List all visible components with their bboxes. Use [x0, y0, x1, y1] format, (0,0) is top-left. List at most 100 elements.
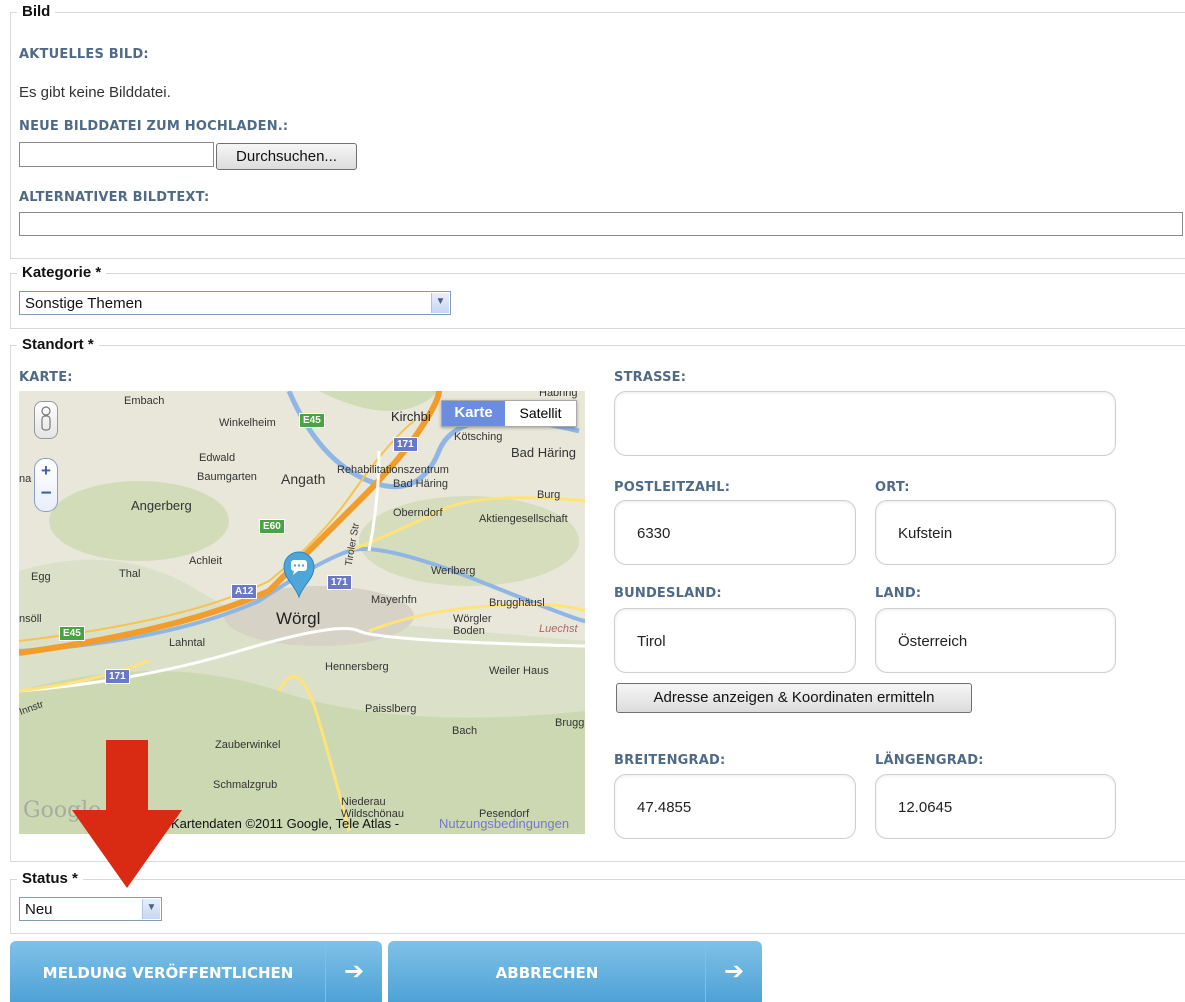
geocode-button[interactable]: Adresse anzeigen & Koordinaten ermitteln: [616, 683, 972, 713]
road-shield: 171: [105, 669, 130, 684]
laengengrad-value: 12.0645: [898, 799, 953, 816]
map-place: Zauberwinkel: [215, 739, 281, 751]
publish-label: MELDUNG VERÖFFENTLICHEN: [42, 964, 294, 982]
map-place: Embach: [124, 395, 165, 407]
alt-text-label: ALTERNATIVER BILDTEXT:: [19, 190, 210, 205]
map-place: Egg: [31, 571, 51, 583]
ort-input[interactable]: Kufstein: [875, 500, 1116, 565]
kategorie-legend: Kategorie *: [17, 264, 107, 282]
map-type-control: Karte Satellit: [441, 400, 577, 427]
map-city-main: Wörgl: [276, 609, 321, 628]
map-place: Oberndorf: [393, 507, 443, 519]
map-place: Kötsching: [454, 431, 503, 443]
map-place: Thal: [119, 568, 141, 580]
map-place: na: [19, 473, 32, 485]
standort-legend: Standort *: [17, 336, 99, 354]
road-shield: E45: [59, 626, 85, 641]
publish-button[interactable]: MELDUNG VERÖFFENTLICHEN ➔: [10, 941, 382, 1002]
map-place: Brugghäusl: [489, 597, 545, 609]
person-icon: [41, 406, 51, 431]
map-place: Niederau: [341, 796, 386, 808]
map-place: Kirchbi: [391, 409, 431, 424]
alt-text-input[interactable]: [19, 212, 1183, 236]
map-place: Bach: [452, 725, 478, 737]
map-place: Werlberg: [431, 565, 476, 577]
upload-label: NEUE BILDDATEI ZUM HOCHLADEN.:: [19, 119, 289, 134]
bild-legend: Bild: [17, 3, 56, 21]
cancel-label: ABBRECHEN: [495, 964, 599, 982]
map-place: Winkelheim: [219, 417, 276, 429]
map-place: Angath: [281, 471, 326, 487]
cancel-button[interactable]: ABBRECHEN ➔: [388, 941, 762, 1002]
map-place: Baumgarten: [197, 471, 257, 483]
land-input[interactable]: Österreich: [875, 608, 1116, 673]
plz-input[interactable]: 6330: [614, 500, 856, 565]
map-copyright: Kartendaten ©2011 Google, Tele Atlas -: [171, 816, 400, 831]
map-marker-icon[interactable]: [282, 551, 316, 599]
laengengrad-input[interactable]: 12.0645: [875, 774, 1116, 839]
plz-value: 6330: [637, 525, 671, 542]
strasse-label: STRASSE:: [614, 370, 687, 385]
road-shield: A12: [231, 584, 258, 599]
map-place: Lahntal: [169, 637, 206, 649]
chevron-down-icon: ▼: [431, 293, 449, 313]
arrow-right-icon: ➔: [325, 941, 382, 1002]
road-shield: 171: [393, 437, 418, 452]
status-selected: Neu: [25, 901, 53, 918]
no-image-text: Es gibt keine Bilddatei.: [19, 84, 171, 101]
bundesland-label: BUNDESLAND:: [614, 586, 722, 601]
bundesland-value: Tirol: [637, 633, 666, 650]
arrow-right-icon: ➔: [705, 941, 762, 1002]
map-place: Rehabilitationszentrum: [337, 464, 449, 476]
map-place: Habring: [539, 391, 578, 399]
status-fieldset: [10, 879, 1185, 934]
map-place: Wörgler: [453, 613, 492, 625]
bundesland-input[interactable]: Tirol: [614, 608, 856, 673]
map-place: Schmalzgrub: [213, 779, 278, 791]
map-type-karte-button[interactable]: Karte: [442, 401, 505, 426]
chevron-down-icon: ▼: [142, 899, 160, 919]
browse-button[interactable]: Durchsuchen...: [216, 143, 357, 170]
zoom-in-button[interactable]: +: [35, 461, 57, 481]
status-select[interactable]: Neu ▼: [19, 897, 162, 921]
karte-label: KARTE:: [19, 370, 73, 385]
pegman-icon[interactable]: [34, 401, 58, 439]
breitengrad-input[interactable]: 47.4855: [614, 774, 856, 839]
road-shield: E45: [299, 413, 325, 428]
zoom-control: + −: [34, 458, 58, 512]
map-place: Angerberg: [131, 498, 192, 513]
plz-label: POSTLEITZAHL:: [614, 480, 731, 495]
map-place: nsöll: [19, 613, 42, 625]
ort-value: Kufstein: [898, 525, 953, 542]
ort-label: ORT:: [875, 480, 910, 495]
laengengrad-label: LÄNGENGRAD:: [875, 753, 984, 768]
map-terms-link[interactable]: Nutzungsbedingungen: [439, 816, 569, 831]
zoom-out-button[interactable]: −: [35, 483, 57, 505]
map-place: Weiler Haus: [489, 665, 549, 677]
map-place: Mayerhfn: [371, 594, 417, 606]
land-label: LAND:: [875, 586, 922, 601]
strasse-input[interactable]: [614, 391, 1116, 456]
map-type-satellit-button[interactable]: Satellit: [505, 401, 576, 426]
map-place: Burg: [537, 489, 561, 501]
map-place: Bad Häring: [393, 478, 449, 490]
map-place: Luechst: [539, 623, 578, 635]
breitengrad-label: BREITENGRAD:: [614, 753, 726, 768]
annotation-arrow-icon: [72, 740, 182, 888]
map-place: Paisslberg: [365, 703, 417, 715]
road-shield: 171: [327, 575, 352, 590]
map-place: Bad Häring: [511, 445, 577, 460]
map-place: Hennersberg: [325, 661, 389, 673]
road-shield: E60: [259, 519, 285, 534]
kategorie-select[interactable]: Sonstige Themen ▼: [19, 291, 451, 315]
map-place: Boden: [453, 625, 485, 637]
breitengrad-value: 47.4855: [637, 799, 692, 816]
file-path-input[interactable]: [19, 142, 214, 167]
kategorie-selected: Sonstige Themen: [25, 295, 143, 312]
aktuelles-bild-label: AKTUELLES BILD:: [19, 47, 149, 62]
map-place: Achleit: [189, 555, 223, 567]
map-place: Brugg: [555, 717, 585, 729]
map-place: Edwald: [199, 452, 236, 464]
map-place: Aktiengesellschaft: [479, 513, 568, 525]
land-value: Österreich: [898, 633, 968, 650]
